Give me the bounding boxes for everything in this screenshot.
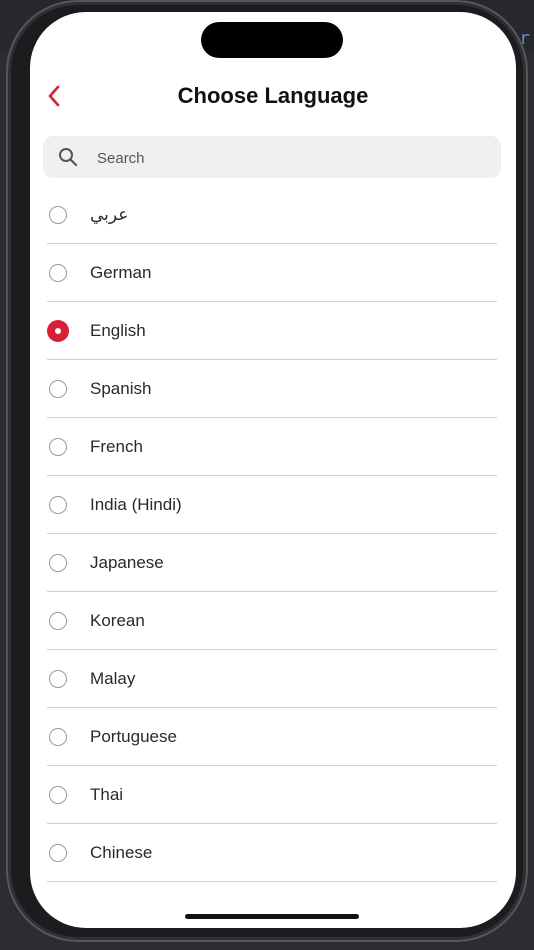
language-option[interactable]: English	[47, 302, 497, 360]
radio-dot	[55, 327, 61, 334]
language-label: English	[90, 320, 146, 340]
language-label: Spanish	[90, 378, 152, 398]
language-option[interactable]: French	[47, 418, 497, 476]
search-icon	[59, 148, 78, 167]
radio-button[interactable]	[49, 379, 67, 398]
dynamic-island	[201, 22, 343, 58]
radio-button[interactable]	[49, 553, 67, 572]
language-label: عربي	[90, 204, 129, 224]
language-label: French	[90, 436, 143, 456]
radio-button[interactable]	[49, 495, 67, 514]
language-option[interactable]: Malay	[47, 650, 497, 708]
radio-button[interactable]	[49, 785, 67, 804]
language-option[interactable]: Thai	[47, 766, 497, 824]
language-label: Chinese	[90, 842, 153, 862]
language-option[interactable]: India (Hindi)	[47, 476, 497, 534]
language-list: عربي German English Spanish French India (Hin…	[47, 186, 497, 882]
language-option[interactable]: Japanese	[47, 534, 497, 592]
language-label: India (Hindi)	[90, 494, 182, 514]
search-input[interactable]	[95, 136, 489, 180]
language-label: Malay	[90, 668, 136, 688]
radio-button[interactable]	[49, 843, 67, 862]
radio-button[interactable]	[49, 727, 67, 746]
language-option[interactable]: German	[47, 244, 497, 302]
page-title: Choose Language	[177, 83, 369, 108]
language-option[interactable]: Korean	[47, 592, 497, 650]
language-label: Japanese	[90, 552, 164, 572]
language-option[interactable]: Portuguese	[47, 708, 497, 766]
language-label: Korean	[90, 610, 145, 630]
search-bar[interactable]	[43, 136, 501, 180]
radio-button[interactable]	[49, 437, 67, 456]
home-indicator[interactable]	[185, 914, 359, 919]
radio-button[interactable]	[49, 669, 67, 688]
app-screen: Choose Language عربي German English Spanish…	[30, 12, 516, 928]
radio-button[interactable]	[49, 611, 67, 630]
language-label: German	[90, 262, 152, 282]
phone-frame: Choose Language عربي German English Spanish…	[6, 0, 528, 942]
language-label: Thai	[90, 784, 124, 804]
language-label: Portuguese	[90, 726, 177, 746]
language-option[interactable]: Spanish	[47, 360, 497, 418]
radio-button-selected[interactable]	[47, 319, 69, 342]
language-option[interactable]: عربي	[47, 186, 497, 244]
radio-button[interactable]	[49, 205, 67, 224]
radio-button[interactable]	[49, 263, 67, 282]
language-option[interactable]: Chinese	[47, 824, 497, 882]
